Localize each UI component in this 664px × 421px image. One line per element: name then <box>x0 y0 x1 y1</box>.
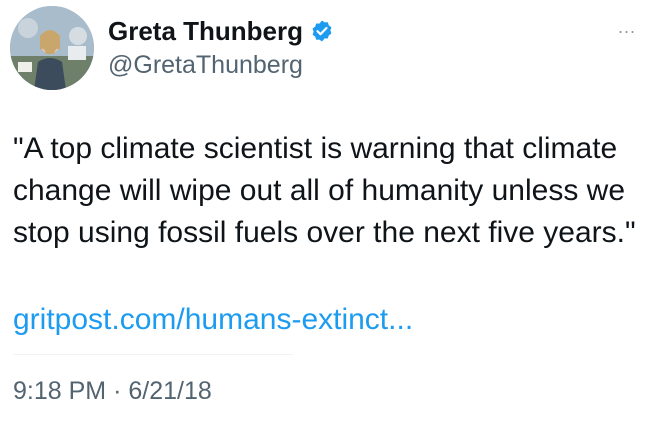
ellipsis-icon[interactable]: ... <box>618 18 636 36</box>
verified-badge-icon <box>310 19 334 43</box>
tweet-card: Greta Thunberg @GretaThunberg ... "A top… <box>0 0 664 421</box>
author-handle[interactable]: @GretaThunberg <box>108 51 303 80</box>
tweet-date: 6/21/18 <box>128 377 212 405</box>
divider <box>13 354 293 355</box>
tweet-time: 9:18 PM <box>13 377 107 405</box>
tweet-link[interactable]: gritpost.com/humans-extinct... <box>13 299 413 341</box>
tweet-timestamp[interactable]: 9:18 PM · 6/21/18 <box>13 377 212 406</box>
profile-photo-icon <box>10 6 94 90</box>
timestamp-separator: · <box>113 377 122 405</box>
author-name-row: Greta Thunberg <box>108 14 334 48</box>
tweet-text: "A top climate scientist is warning that… <box>13 132 636 249</box>
author-display-name[interactable]: Greta Thunberg <box>108 16 303 47</box>
avatar[interactable] <box>10 6 94 90</box>
